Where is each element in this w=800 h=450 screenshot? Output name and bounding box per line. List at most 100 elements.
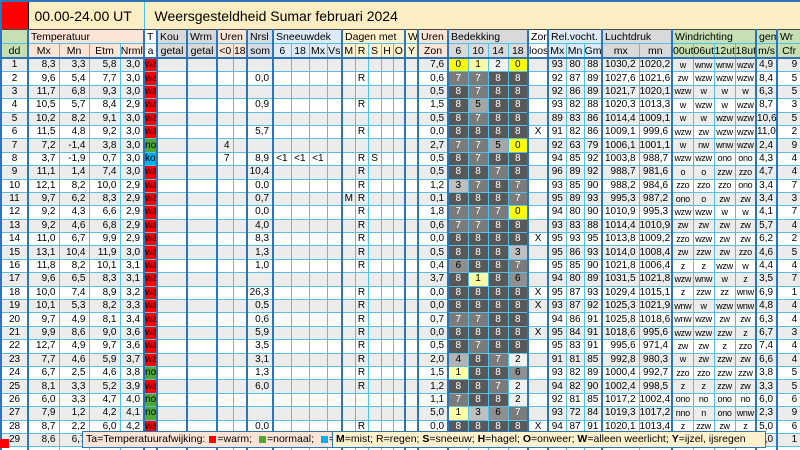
cell-d6-d_r[interactable]: R [354, 124, 369, 140]
cell-d24-zonloos[interactable] [527, 365, 549, 381]
cell-d5-rv_mn[interactable]: 83 [565, 111, 585, 126]
cell-d7-bed_18[interactable]: 0 [507, 138, 529, 153]
cell-d14-snw_6[interactable] [272, 232, 292, 247]
cell-d7-d_s[interactable] [367, 138, 382, 153]
cell-d14-wr_06ut[interactable]: wzw [692, 232, 715, 247]
cell-d19-wrm_getal[interactable] [186, 299, 218, 314]
cell-d10-snw_mx[interactable] [308, 178, 328, 193]
cell-d12-snw_6[interactable] [272, 205, 292, 220]
cell-d6-rv_mx[interactable]: 91 [547, 124, 567, 140]
cell-d13-wr_cfr[interactable]: 4 [776, 218, 800, 234]
cell-d15-snw_18[interactable] [290, 245, 310, 260]
cell-d5-uren_18[interactable] [232, 111, 248, 126]
cell-d13-ld_mx[interactable]: 1014,4 [601, 218, 640, 234]
cell-d9-uren_zon[interactable]: 0,5 [417, 165, 449, 180]
cell-d26-gem_ms[interactable]: 6,0 [755, 392, 778, 408]
cell-d18-d_y[interactable] [404, 285, 419, 301]
col-header-rv-gm[interactable]: Gm [583, 43, 603, 59]
cell-d6-nrsl_som[interactable]: 5,7 [246, 124, 274, 140]
cell-d12-wr_cfr[interactable]: 7 [776, 205, 800, 220]
group-header-uren[interactable]: Uren [216, 29, 248, 44]
cell-d12-d_y[interactable] [404, 205, 419, 220]
cell-d10-uren_18[interactable] [232, 178, 248, 193]
cell-d6-wr_cfr[interactable]: 2 [776, 124, 800, 140]
cell-d20-snw_mx[interactable] [308, 312, 328, 327]
cell-d23-etm[interactable]: 5,9 [88, 352, 121, 367]
cell-d5-d_s[interactable] [367, 111, 382, 126]
cell-d6-ld_mn[interactable]: 999,6 [638, 124, 673, 140]
cell-d11-wrm_getal[interactable] [186, 191, 218, 207]
cell-d14-nrsl_som[interactable]: 8,3 [246, 232, 274, 247]
cell-d27-kou_getal[interactable] [156, 406, 188, 421]
cell-d16-mn[interactable]: 8,2 [58, 258, 90, 274]
cell-d12-ta[interactable]: warm [143, 205, 158, 220]
cell-d23-d_h[interactable] [380, 352, 394, 367]
cell-d18-wr_12ut[interactable]: zz [713, 285, 736, 301]
cell-d23-snw_vs[interactable] [326, 352, 343, 367]
cell-d21-wr_cfr[interactable]: 3 [776, 325, 800, 341]
cell-d18-nrml[interactable]: 3,2 [119, 285, 145, 301]
cell-d4-bed_18[interactable]: 8 [507, 98, 529, 113]
cell-d8-uren_lt0[interactable]: 7 [216, 151, 234, 167]
cell-d12-d_s[interactable] [367, 205, 382, 220]
cell-d25-bed_14[interactable]: 7 [487, 379, 509, 394]
cell-d6-wr_06ut[interactable]: zw [692, 124, 715, 140]
cell-d11-wr_12ut[interactable]: zw [713, 191, 736, 207]
cell-d20-wrm_getal[interactable] [186, 312, 218, 327]
cell-d14-rv_gm[interactable]: 95 [583, 232, 603, 247]
group-header-windrichting[interactable]: Windrichting [671, 29, 757, 44]
cell-d17-etm[interactable]: 8,3 [88, 272, 121, 287]
cell-d6-bed_6[interactable]: 8 [447, 124, 469, 140]
cell-d24-wr_12ut[interactable]: zzw [713, 365, 736, 381]
cell-d21-wr_00ut[interactable]: wzw [671, 325, 694, 341]
cell-d17-uren_18[interactable] [232, 272, 248, 287]
cell-d24-wr_00ut[interactable]: zzo [671, 365, 694, 381]
cell-d25-snw_mx[interactable] [308, 379, 328, 394]
col-header-ld-mn[interactable]: mn [638, 43, 673, 59]
cell-d17-d_s[interactable] [367, 272, 382, 287]
cell-d26-wr_cfr[interactable]: 6 [776, 392, 800, 408]
cell-d2-uren_18[interactable] [232, 71, 248, 86]
cell-d11-gem_ms[interactable]: 3,4 [755, 191, 778, 207]
cell-d4-nrsl_som[interactable]: 0,9 [246, 98, 274, 113]
cell-d7-ld_mx[interactable]: 1006,1 [601, 138, 640, 153]
cell-d23-rv_gm[interactable]: 85 [583, 352, 603, 367]
cell-d6-d_y[interactable] [404, 124, 419, 140]
cell-d21-d_o[interactable] [392, 325, 406, 341]
col-header-d-h[interactable]: H [380, 43, 394, 59]
col-header-uren-18[interactable]: 18 [232, 43, 248, 59]
cell-d16-uren_zon[interactable]: 0,4 [417, 258, 449, 274]
col-header-ta[interactable]: a [143, 43, 158, 59]
cell-d16-wr_18ut[interactable]: w [734, 258, 757, 274]
cell-d13-mx[interactable]: 9,2 [27, 218, 60, 234]
cell-d6-snw_vs[interactable] [326, 124, 343, 140]
cell-d24-d_s[interactable] [367, 365, 382, 381]
cell-d6-bed_14[interactable]: 8 [487, 124, 509, 140]
cell-d9-snw_18[interactable] [290, 165, 310, 180]
cell-d13-kou_getal[interactable] [156, 218, 188, 234]
cell-d15-bed_6[interactable]: 8 [447, 245, 469, 260]
cell-d22-wr_00ut[interactable]: zw [671, 339, 694, 354]
cell-d9-kou_getal[interactable] [156, 165, 188, 180]
cell-d7-bed_6[interactable]: 7 [447, 138, 469, 153]
cell-d18-d_s[interactable] [367, 285, 382, 301]
cell-d17-wr_cfr[interactable]: 7 [776, 272, 800, 287]
cell-d15-mx[interactable]: 13,1 [27, 245, 60, 260]
cell-d25-rv_mx[interactable]: 94 [547, 379, 567, 394]
cell-d23-d_y[interactable] [404, 352, 419, 367]
cell-d1-d_o[interactable] [392, 57, 406, 73]
cell-d2-ld_mx[interactable]: 1027,6 [601, 71, 640, 86]
cell-d26-d_s[interactable] [367, 392, 382, 408]
cell-d22-bed_18[interactable]: 8 [507, 339, 529, 354]
cell-d26-wrm_getal[interactable] [186, 392, 218, 408]
cell-d17-snw_vs[interactable] [326, 272, 343, 287]
cell-d10-bed_14[interactable]: 8 [487, 178, 509, 193]
cell-d25-nrml[interactable]: 3,9 [119, 379, 145, 394]
cell-d10-snw_6[interactable] [272, 178, 292, 193]
cell-d16-bed_14[interactable]: 8 [487, 258, 509, 274]
cell-d13-wr_12ut[interactable]: zw [713, 218, 736, 234]
cell-d2-rv_gm[interactable]: 89 [583, 71, 603, 86]
cell-d11-d_s[interactable] [367, 191, 382, 207]
cell-d10-rv_mn[interactable]: 85 [565, 178, 585, 193]
cell-d24-mx[interactable]: 6,7 [27, 365, 60, 381]
